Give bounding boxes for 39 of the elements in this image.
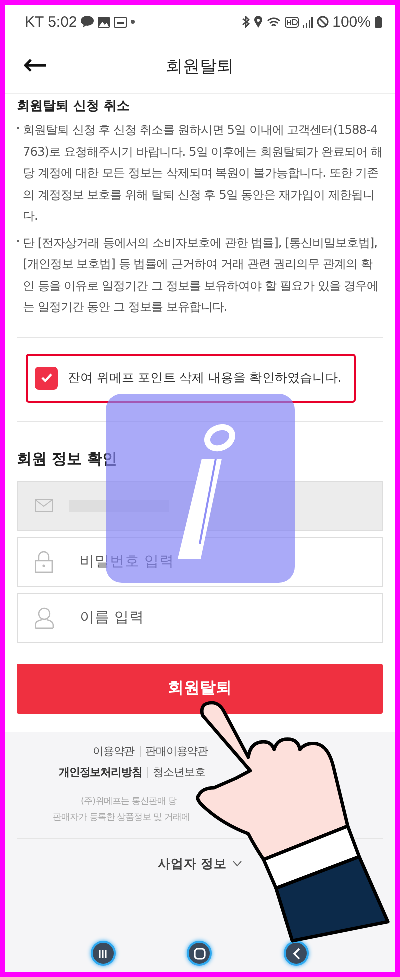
section-heading: 회원 정보 확인 [17,450,118,468]
card-icon [114,16,128,28]
footer-link[interactable]: 청소년보호 [153,764,206,780]
chat-icon [81,16,94,28]
checkbox[interactable] [35,366,58,390]
bluetooth-icon [242,16,250,28]
disclaimer-text: 판매자가 등록한 상품정보 및 거래에 [53,812,190,824]
recent-apps-button[interactable] [90,941,116,966]
footer-link[interactable]: 이용약관 [93,744,135,758]
chevron-down-icon [233,861,242,867]
footer-link[interactable]: 개인정보처리방침 [59,764,142,780]
footer-link[interactable]: 판매이용약관 [146,744,208,758]
hd-icon [284,16,299,28]
notice-text: 단 [전자상거래 등에서의 소비자보호에 관한 법률], [통신비밀보호법], [개인정보 보호법] 등 법률에 근거하여 거래 관련 권리의무 관계의 확인 등을 이유로 일정기간 그 정보를 보유하여야 할 필요가 있을 경우에는 일정기간 동안 그 정보를 보유합니다. [23,234,380,316]
input-field[interactable]: 이름 입력 [17,592,383,642]
blocked-icon [316,16,329,28]
back-icon [292,948,301,960]
wifi-icon [266,16,281,28]
withdraw-button[interactable]: 회원탈퇴 [17,664,383,714]
signal-icon [302,16,313,28]
check-icon [40,373,52,383]
battery-percent: 100% [332,14,371,30]
checkbox-label: 잔여 위메프 포인트 삭제 내용을 확인하였습니다. [68,370,342,386]
business-info-toggle[interactable]: 사업자 정보 [152,854,248,874]
disclaimer-text: (주)위메프는 통신판매 당 [81,796,178,808]
home-button[interactable] [187,941,212,966]
battery-icon [375,16,382,28]
page-title: 회원탈퇴 [166,56,234,78]
image-icon [98,16,110,28]
person-icon [35,606,54,628]
dot-icon [131,20,136,24]
back-button[interactable]: ← [19,48,52,84]
section-heading: 회원탈퇴 신청 취소 [17,98,130,115]
back-nav-button[interactable] [284,941,310,966]
carrier-time: KT 5:02 [25,14,78,30]
home-icon [194,948,206,960]
location-icon [254,16,263,28]
recent-apps-icon [98,948,108,958]
notice-text: 회원탈퇴 신청 후 신청 취소를 원하시면 5일 이내에 고객센터(1588-4763)로 요청해주시기 바랍니다. 5일 이후에는 회원탈퇴가 완료되어 해당 계정에 대한 모든 정보는 삭제되며 복원이 불가능합니다. 또한 기존의 계정정보 보호를 위해 탈퇴 신청 후 5일 동안은 재가입이 제한됩니다. [23,122,383,225]
